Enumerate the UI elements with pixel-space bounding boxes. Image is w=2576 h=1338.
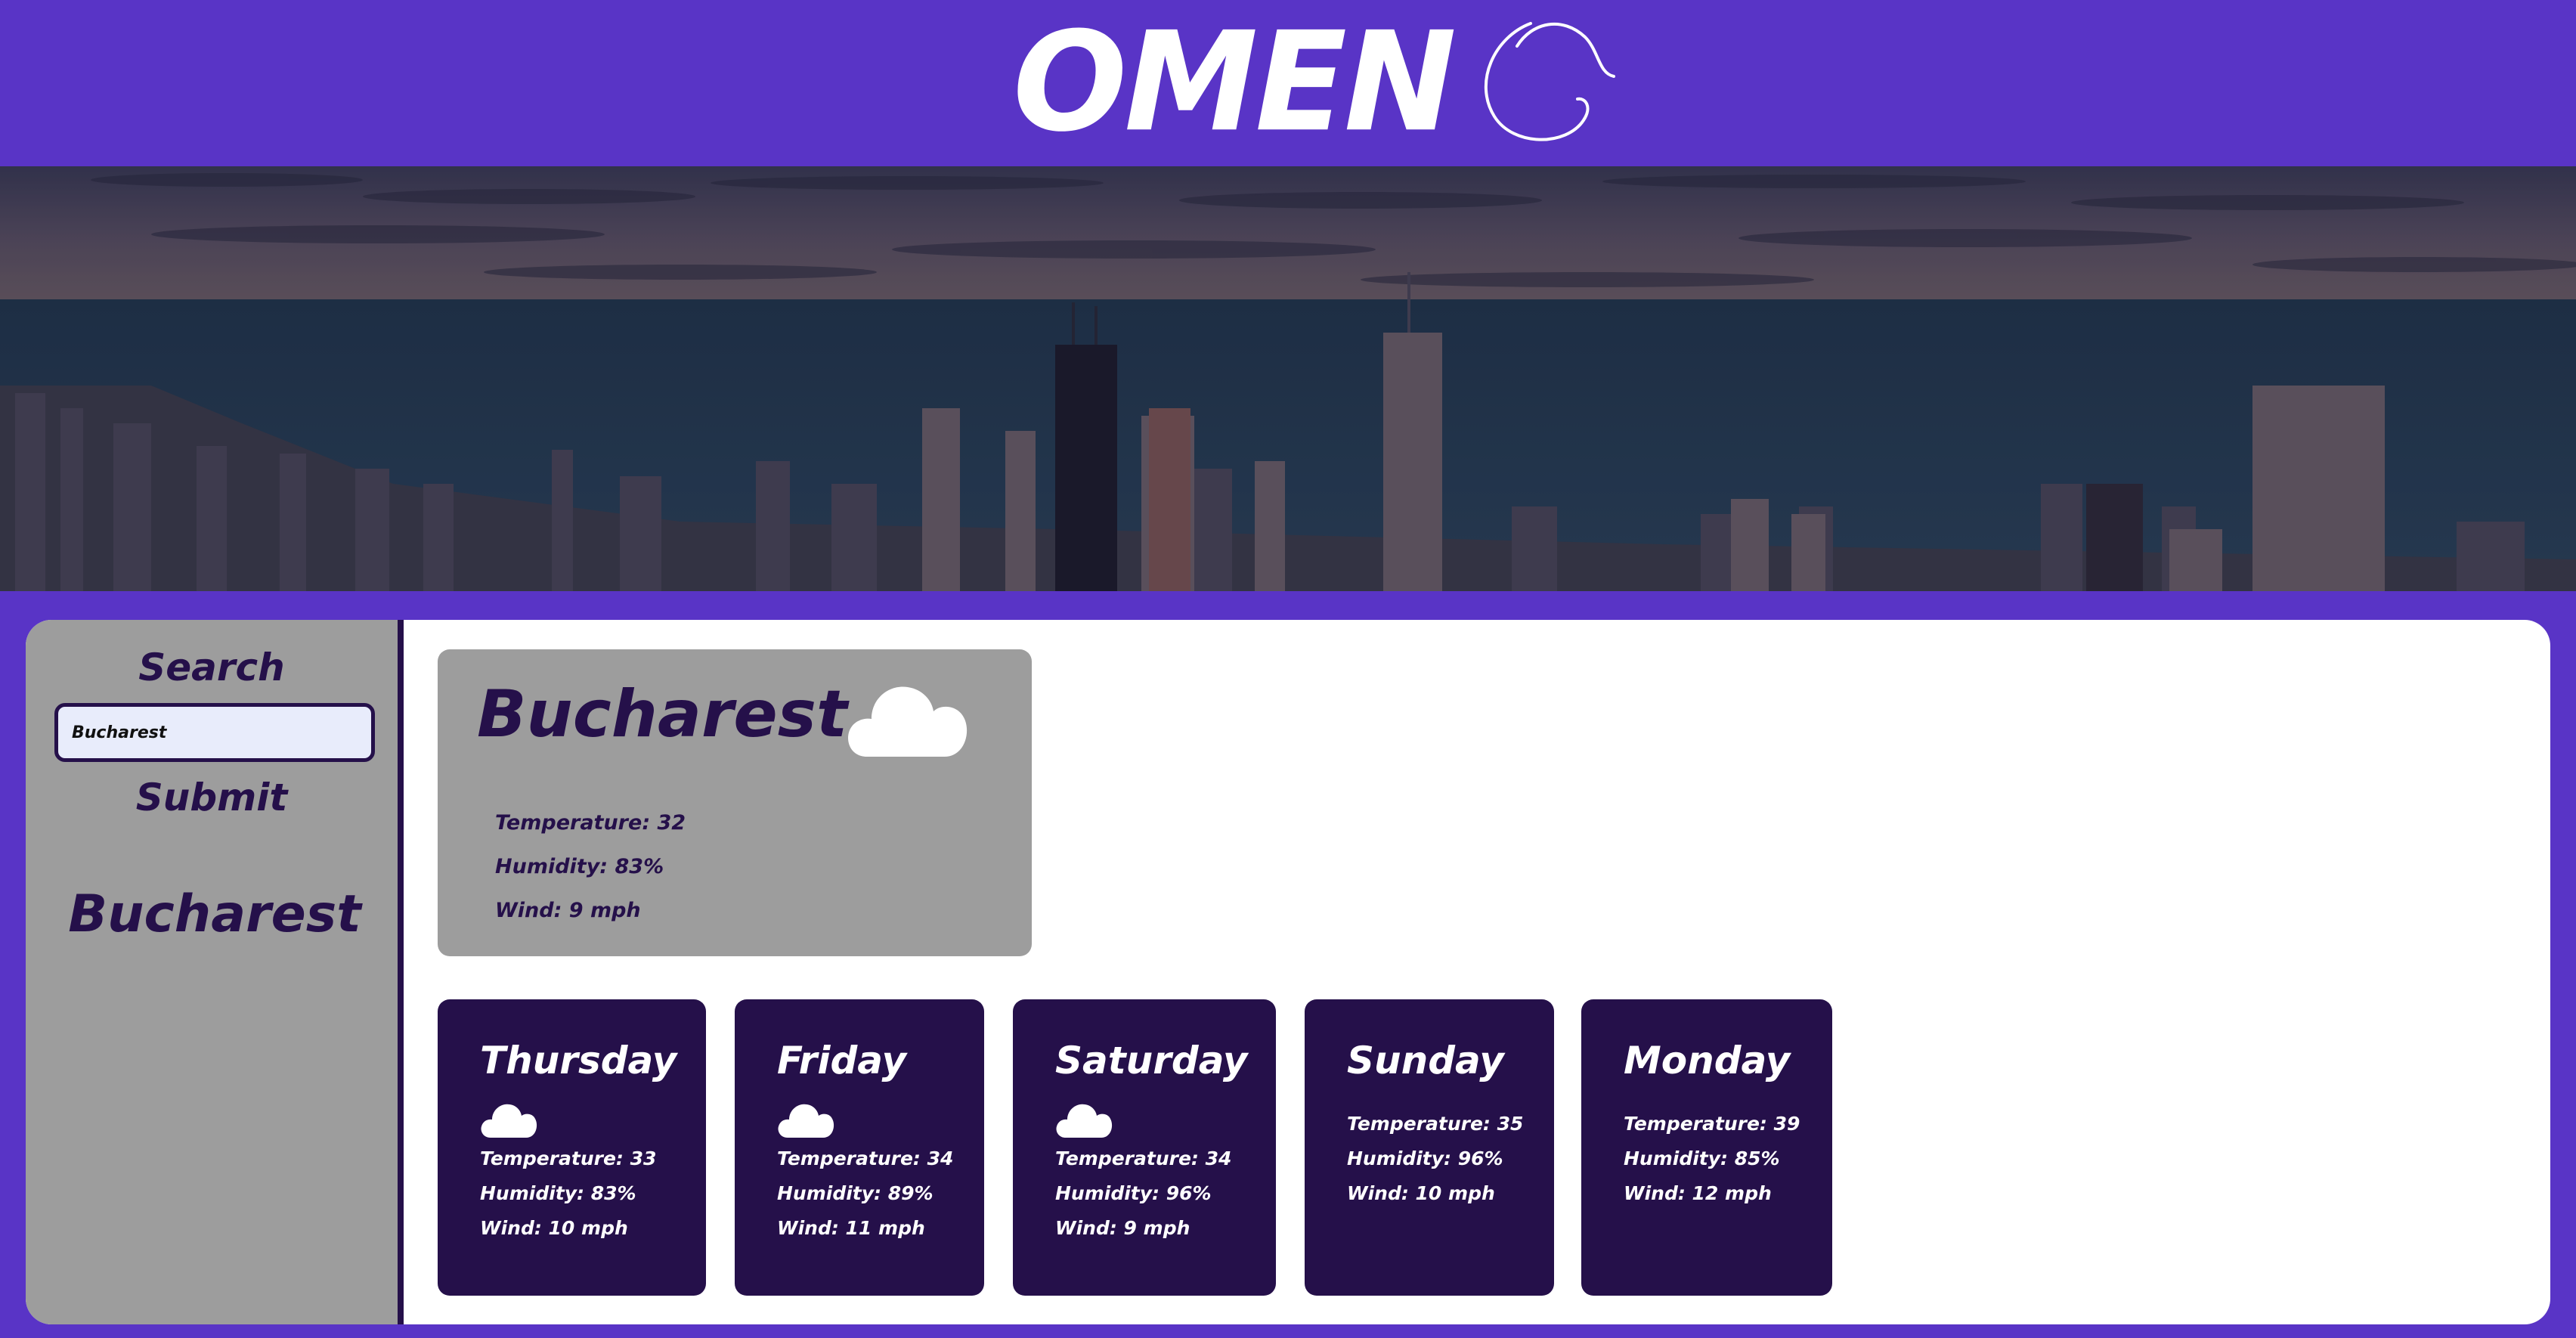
forecast-card: Sunday Temperature: 35 Humidity: 96% Win… — [1305, 999, 1554, 1296]
forecast-temperature: Temperature: 34 — [1055, 1148, 1232, 1169]
forecast-humidity: Humidity: 85% — [1624, 1148, 1780, 1169]
search-heading: Search — [138, 646, 285, 689]
forecast-card: Friday Temperature: 34 Humidity: 89% Win… — [735, 999, 984, 1296]
forecast-wind: Wind: 10 mph — [480, 1217, 628, 1239]
logo-text: OMEN — [1013, 2, 1457, 163]
search-input[interactable] — [54, 703, 375, 762]
forecast-day: Thursday — [480, 1039, 677, 1082]
forecast-day: Friday — [777, 1039, 907, 1082]
forecast-humidity: Humidity: 96% — [1347, 1148, 1503, 1169]
forecast-card: Monday Temperature: 39 Humidity: 85% Win… — [1581, 999, 1832, 1296]
logo-swirl-icon — [1484, 22, 1616, 141]
forecast-day: Monday — [1624, 1039, 1791, 1082]
search-history-item[interactable]: Bucharest — [56, 884, 373, 944]
forecast-wind: Wind: 12 mph — [1624, 1182, 1772, 1204]
cloud-icon — [778, 1104, 834, 1138]
forecast-card: Saturday Temperature: 34 Humidity: 96% W… — [1013, 999, 1276, 1296]
forecast-temperature: Temperature: 34 — [777, 1148, 954, 1169]
forecast-humidity: Humidity: 83% — [480, 1182, 636, 1204]
logo: OMEN — [1013, 2, 1616, 163]
header: OMEN — [0, 0, 2576, 166]
forecast-wind: Wind: 10 mph — [1347, 1182, 1495, 1204]
current-temperature: Temperature: 32 — [495, 811, 686, 835]
current-weather-card: Bucharest Temperature: 32 Humidity: 83% … — [438, 649, 1032, 956]
current-city-name: Bucharest — [477, 677, 848, 752]
forecast-humidity: Humidity: 96% — [1055, 1182, 1212, 1204]
forecast-card: Thursday Temperature: 33 Humidity: 83% W… — [438, 999, 706, 1296]
forecast-day: Sunday — [1347, 1039, 1504, 1082]
forecast-temperature: Temperature: 35 — [1347, 1113, 1524, 1135]
hero-city-image — [0, 166, 2576, 591]
forecast-humidity: Humidity: 89% — [777, 1182, 933, 1204]
forecast-temperature: Temperature: 39 — [1624, 1113, 1800, 1135]
forecast-day: Saturday — [1055, 1039, 1248, 1082]
forecast-temperature: Temperature: 33 — [480, 1148, 657, 1169]
search-sidebar: Search Submit Bucharest — [26, 620, 404, 1324]
forecast-wind: Wind: 9 mph — [1055, 1217, 1190, 1239]
cloud-icon — [848, 686, 968, 757]
main-panel: Search Submit Bucharest Bucharest Temper… — [26, 620, 2550, 1324]
forecast-wind: Wind: 11 mph — [777, 1217, 925, 1239]
current-humidity: Humidity: 83% — [495, 855, 664, 878]
cloud-icon — [481, 1104, 537, 1138]
current-wind: Wind: 9 mph — [495, 899, 641, 922]
cloud-icon — [1056, 1104, 1113, 1138]
submit-button[interactable]: Submit — [98, 771, 325, 824]
